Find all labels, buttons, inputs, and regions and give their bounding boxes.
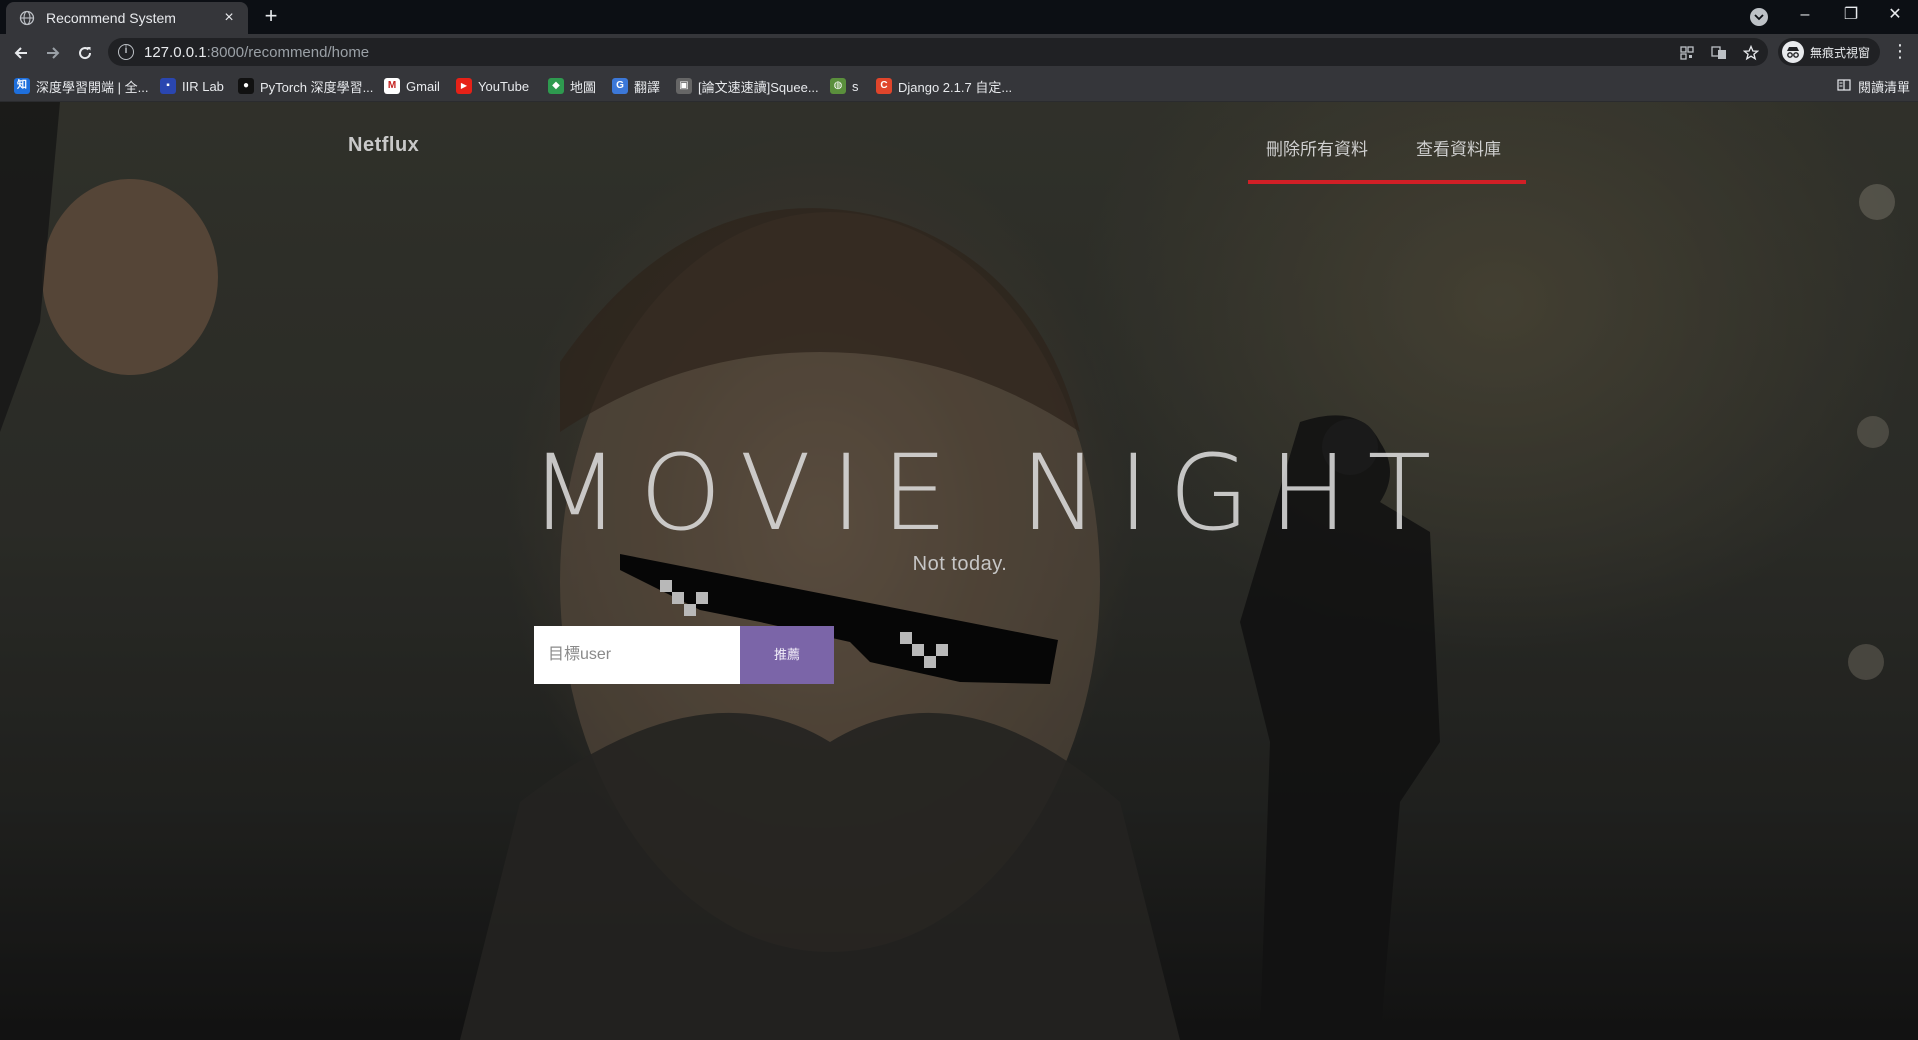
- bookmark-item[interactable]: C Django 2.1.7 自定...: [876, 76, 1012, 96]
- qr-code-icon[interactable]: [1678, 44, 1696, 62]
- nav-active-underline: [1248, 180, 1526, 184]
- tab-title: Recommend System: [46, 10, 176, 26]
- globe-icon: [18, 9, 36, 27]
- bookmark-item[interactable]: ◆ 地圖: [548, 76, 596, 96]
- browser-tab[interactable]: Recommend System ×: [6, 2, 248, 34]
- bookmark-item[interactable]: 知深度學習開端 | 全...: [14, 76, 148, 96]
- back-arrow-icon[interactable]: [8, 40, 34, 66]
- iir-lab-icon: ▪: [160, 78, 176, 94]
- hero-title: MOVIE NIGHT: [530, 432, 1452, 554]
- youtube-icon: ▶: [456, 78, 472, 94]
- reload-icon[interactable]: [72, 40, 98, 66]
- site-brand[interactable]: Netflux: [348, 134, 419, 157]
- browser-toolbar: i 127.0.0.1:8000/recommend/home 無痕式視窗 ⋮: [0, 34, 1918, 70]
- close-tab-icon[interactable]: ×: [220, 9, 238, 27]
- forward-arrow-icon[interactable]: [40, 40, 66, 66]
- more-menu-icon[interactable]: ⋮: [1890, 40, 1910, 64]
- site-info-icon[interactable]: i: [118, 44, 134, 60]
- medium-icon: ●: [238, 78, 254, 94]
- tab-search-icon[interactable]: [1750, 8, 1768, 26]
- incognito-profile-button[interactable]: 無痕式視窗: [1778, 38, 1881, 66]
- bookmark-item[interactable]: ▪ IIR Lab: [160, 76, 224, 96]
- gmail-icon: M: [384, 78, 400, 94]
- page-background: Netflux 刪除所有資料 查看資料庫 MOVIE NIGHT Not tod…: [0, 102, 1918, 1040]
- bookmark-item[interactable]: G 翻譯: [612, 76, 660, 96]
- tab-strip: Recommend System × + – ❐ ✕: [0, 0, 1918, 34]
- bookmark-item[interactable]: ◍ s: [830, 76, 859, 96]
- bookmark-item[interactable]: ▣ [論文速速讀]Squee...: [676, 76, 819, 96]
- hero-subtitle: Not today.: [912, 553, 1008, 575]
- bookmark-item[interactable]: M Gmail: [384, 76, 440, 96]
- profile-label: 無痕式視窗: [1810, 45, 1871, 60]
- nav-view-database[interactable]: 查看資料庫: [1416, 135, 1501, 160]
- address-bar[interactable]: i 127.0.0.1:8000/recommend/home: [108, 38, 1768, 66]
- close-window-button[interactable]: ✕: [1872, 0, 1918, 32]
- reading-list-button[interactable]: 閱讀清單: [1836, 76, 1910, 96]
- django-icon: C: [876, 78, 892, 94]
- bookmarks-bar: 知深度學習開端 | 全... ▪ IIR Lab ● PyTorch 深度學習...…: [0, 70, 1918, 102]
- bookmark-item[interactable]: ● PyTorch 深度學習...: [238, 76, 373, 96]
- translate-icon[interactable]: [1710, 44, 1728, 62]
- nav-delete-all-data[interactable]: 刪除所有資料: [1266, 135, 1368, 160]
- reading-list-icon: [1836, 78, 1852, 94]
- recommend-button[interactable]: 推薦: [740, 626, 834, 684]
- site-icon: ◍: [830, 78, 846, 94]
- restore-button[interactable]: ❐: [1828, 0, 1874, 32]
- star-icon[interactable]: [1742, 44, 1760, 62]
- new-tab-button[interactable]: +: [258, 4, 284, 30]
- zhihu-icon: 知: [14, 78, 30, 94]
- bookmark-item[interactable]: ▶ YouTube: [456, 76, 529, 96]
- translate-icon: G: [612, 78, 628, 94]
- target-user-input[interactable]: [534, 626, 740, 684]
- minimize-button[interactable]: –: [1782, 0, 1828, 32]
- incognito-icon: [1782, 41, 1804, 63]
- url-text[interactable]: 127.0.0.1:8000/recommend/home: [144, 44, 369, 61]
- maps-icon: ◆: [548, 78, 564, 94]
- article-icon: ▣: [676, 78, 692, 94]
